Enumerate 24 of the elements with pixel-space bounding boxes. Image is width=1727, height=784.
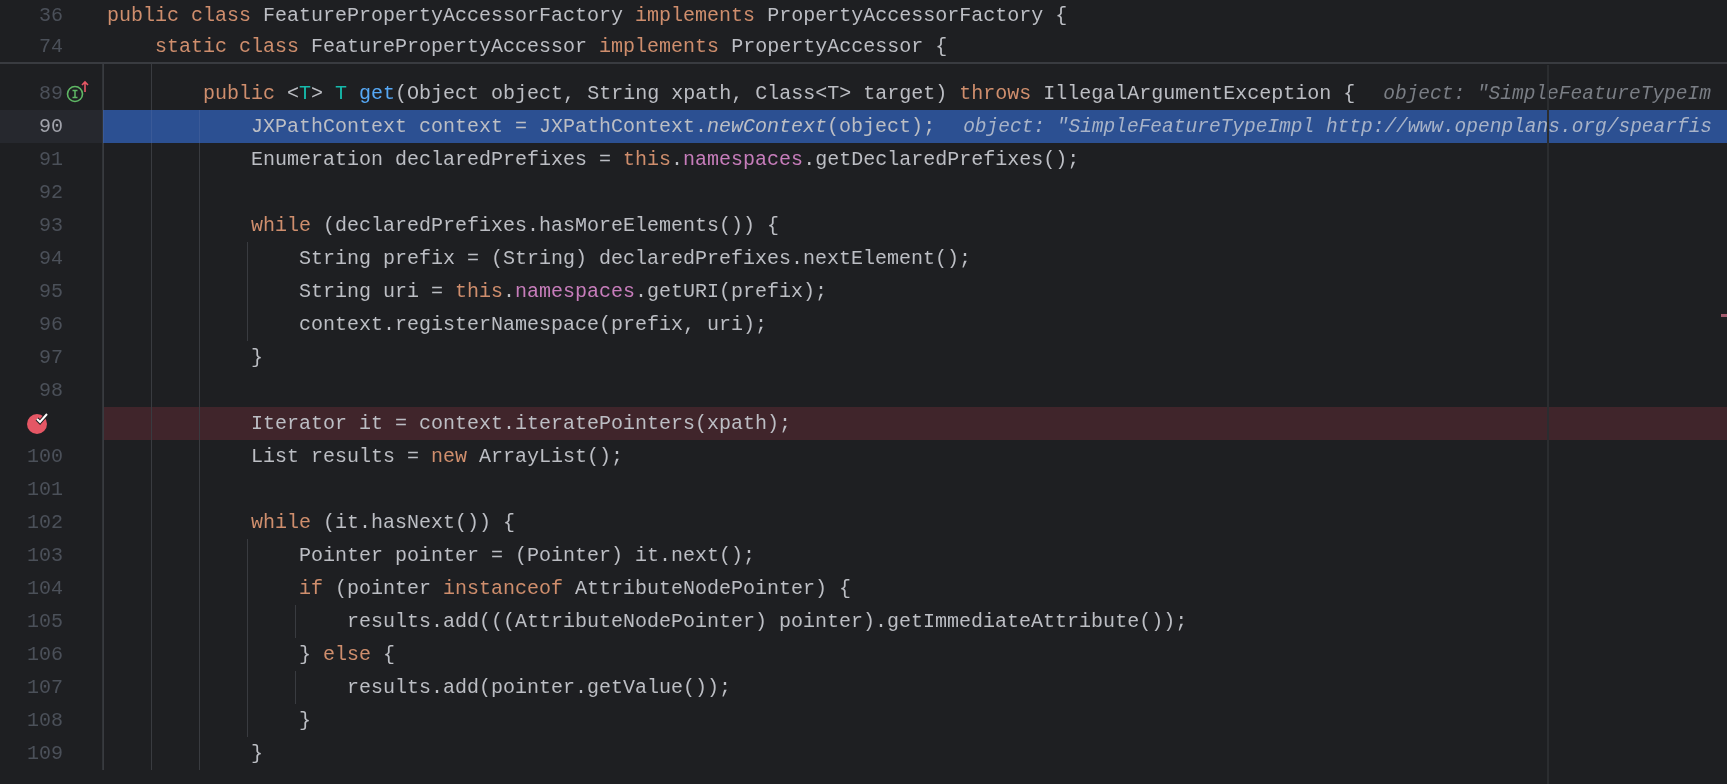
code-line: } xyxy=(251,346,263,369)
code-line: while (declaredPrefixes.hasMoreElements()) { xyxy=(251,214,780,237)
code-line: JXPathContext context = JXPathContext.newContext(object); xyxy=(251,115,936,138)
code-line: results.add(((AttributeNodePointer) pointer).getImmediateAttribute()); xyxy=(347,610,1188,633)
code-line: Iterator it = context.iteratePointers(xpath); xyxy=(251,412,792,435)
code-line: String uri = this.namespaces.getURI(prefix); xyxy=(299,280,828,303)
code-line: while (it.hasNext()) { xyxy=(251,511,516,534)
code-line: } xyxy=(299,709,311,732)
code-line: } xyxy=(251,742,263,765)
code-line: results.add(pointer.getValue()); xyxy=(347,676,732,699)
code-line: static class FeaturePropertyAccessor implements PropertyAccessor { xyxy=(155,35,948,58)
code-line: } else { xyxy=(299,643,396,666)
breakpoint-icon[interactable] xyxy=(26,411,50,435)
code-line: if (pointer instanceof AttributeNodePointer) { xyxy=(299,577,852,600)
code-line: Enumeration declaredPrefixes = this.namespaces.getDeclaredPrefixes(); xyxy=(251,148,1080,171)
code-line: Pointer pointer = (Pointer) it.next(); xyxy=(299,544,756,567)
code-line: String prefix = (String) declaredPrefixes.nextElement(); xyxy=(299,247,972,270)
inline-value-hint: object: "SimpleFeatureTypeIm xyxy=(1383,82,1711,105)
code-line: public <T> T get(Object object, String xpath, Class<T> target) throws IllegalArgumentException { xyxy=(203,82,1356,105)
circle-arrow-icon[interactable] xyxy=(66,80,90,104)
code-line: public class FeaturePropertyAccessorFactory implements PropertyAccessorFactory { xyxy=(107,4,1068,27)
line-number: 90 xyxy=(38,115,63,138)
code-line: context.registerNamespace(prefix, uri); xyxy=(299,313,768,336)
code-line: List results = new ArrayList(); xyxy=(251,445,624,468)
